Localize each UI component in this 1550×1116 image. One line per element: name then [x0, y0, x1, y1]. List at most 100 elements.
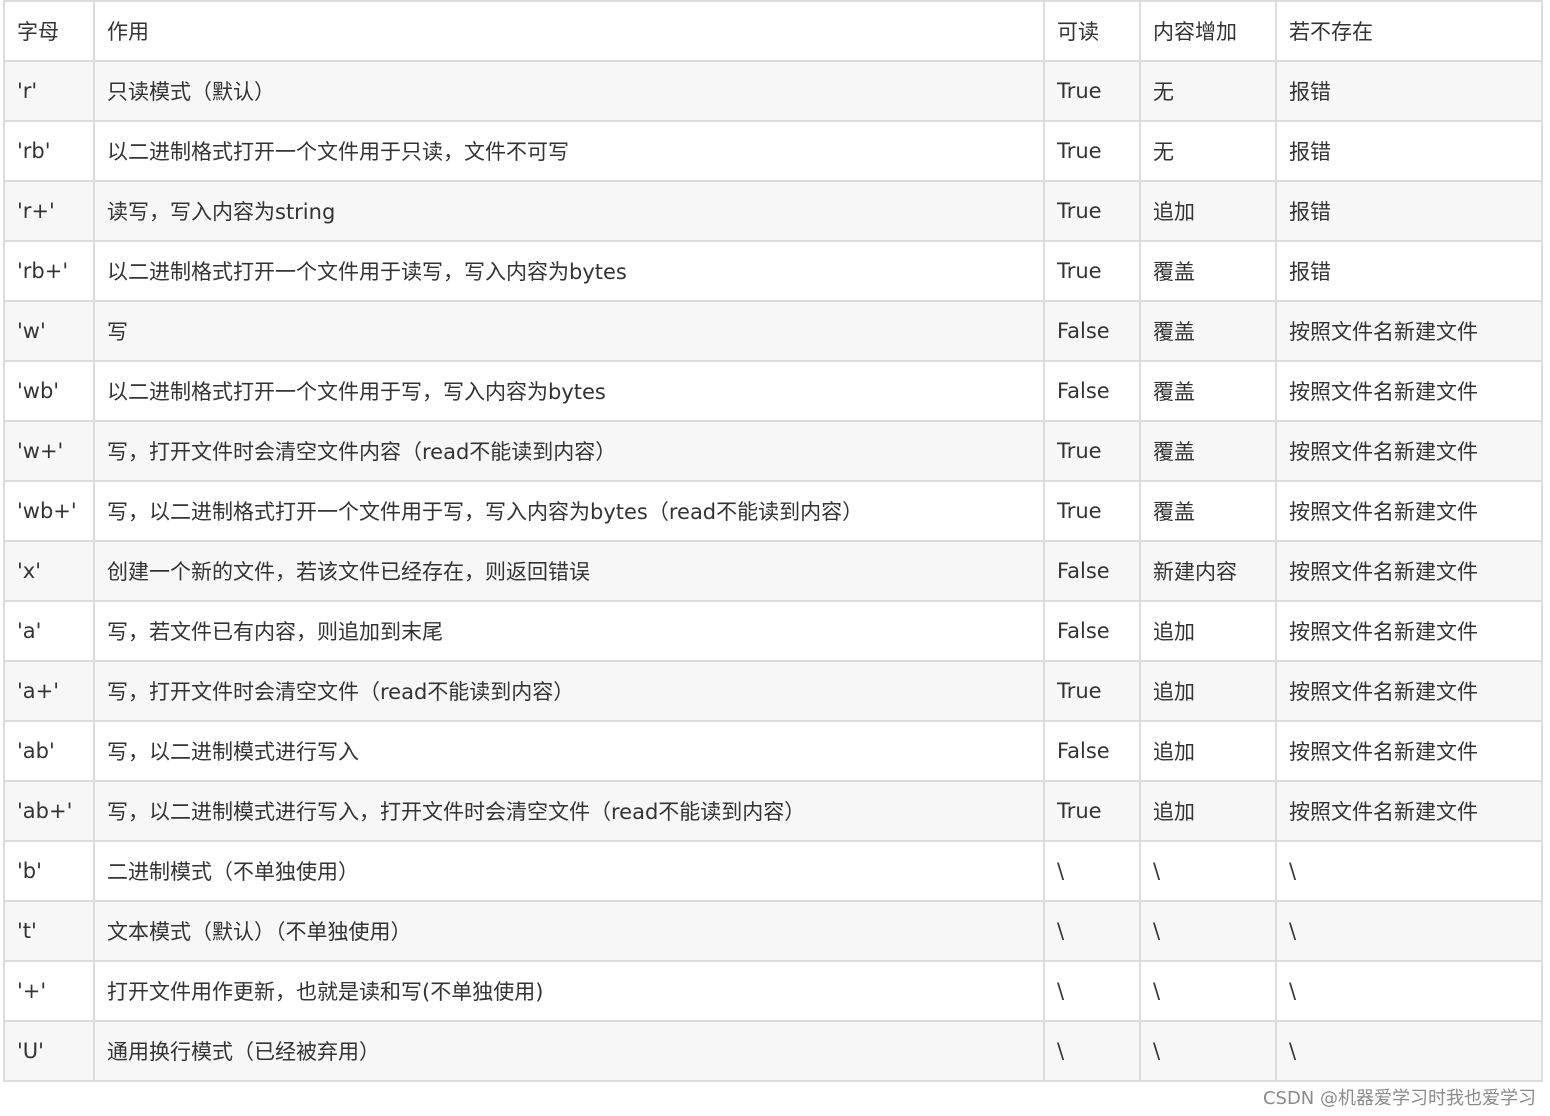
cell-letter: 'U' [3, 1020, 95, 1082]
cell-letter: 'wb+' [3, 480, 95, 542]
cell-letter: 'a' [3, 600, 95, 662]
cell-content-added: 追加 [1139, 180, 1277, 242]
cell-readable: False [1043, 360, 1141, 422]
cell-content-added: 追加 [1139, 600, 1277, 662]
cell-readable: True [1043, 180, 1141, 242]
table-row: 'r+' 读写，写入内容为string True 追加 报错 [3, 180, 1543, 242]
cell-purpose: 二进制模式（不单独使用） [93, 840, 1045, 902]
cell-letter: 'r' [3, 60, 95, 122]
table-row: 'U' 通用换行模式（已经被弃用） \ \ \ [3, 1020, 1543, 1082]
cell-purpose: 写，打开文件时会清空文件（read不能读到内容） [93, 660, 1045, 722]
cell-purpose: 以二进制格式打开一个文件用于写，写入内容为bytes [93, 360, 1045, 422]
cell-letter: 'x' [3, 540, 95, 602]
table-row: 'rb+' 以二进制格式打开一个文件用于读写，写入内容为bytes True 覆… [3, 240, 1543, 302]
cell-content-added: 无 [1139, 60, 1277, 122]
cell-letter: 'rb' [3, 120, 95, 182]
cell-readable: True [1043, 480, 1141, 542]
cell-letter: 'r+' [3, 180, 95, 242]
cell-purpose: 读写，写入内容为string [93, 180, 1045, 242]
cell-if-not-exists: 按照文件名新建文件 [1275, 480, 1543, 542]
header-content-added: 内容增加 [1139, 0, 1277, 62]
cell-letter: 'w' [3, 300, 95, 362]
header-readable: 可读 [1043, 0, 1141, 62]
cell-if-not-exists: 报错 [1275, 240, 1543, 302]
cell-letter: 't' [3, 900, 95, 962]
cell-letter: 'wb' [3, 360, 95, 422]
cell-readable: True [1043, 120, 1141, 182]
cell-content-added: 覆盖 [1139, 420, 1277, 482]
file-mode-table: 字母 作用 可读 内容增加 若不存在 'r' 只读模式（默认） True 无 报… [3, 0, 1543, 1082]
cell-if-not-exists: \ [1275, 1020, 1543, 1082]
cell-content-added: 覆盖 [1139, 300, 1277, 362]
cell-if-not-exists: 报错 [1275, 60, 1543, 122]
cell-letter: 'w+' [3, 420, 95, 482]
cell-readable: True [1043, 60, 1141, 122]
cell-content-added: \ [1139, 840, 1277, 902]
cell-content-added: 覆盖 [1139, 240, 1277, 302]
cell-content-added: 追加 [1139, 780, 1277, 842]
cell-purpose: 写，以二进制格式打开一个文件用于写，写入内容为bytes（read不能读到内容） [93, 480, 1045, 542]
cell-if-not-exists: 按照文件名新建文件 [1275, 420, 1543, 482]
cell-readable: True [1043, 780, 1141, 842]
cell-content-added: 覆盖 [1139, 360, 1277, 422]
header-if-not-exists: 若不存在 [1275, 0, 1543, 62]
cell-purpose: 创建一个新的文件，若该文件已经存在，则返回错误 [93, 540, 1045, 602]
cell-purpose: 以二进制格式打开一个文件用于只读，文件不可写 [93, 120, 1045, 182]
table-row: 'wb+' 写，以二进制格式打开一个文件用于写，写入内容为bytes（read不… [3, 480, 1543, 542]
header-letter: 字母 [3, 0, 95, 62]
header-purpose: 作用 [93, 0, 1045, 62]
table-row: '+' 打开文件用作更新，也就是读和写(不单独使用) \ \ \ [3, 960, 1543, 1022]
cell-if-not-exists: 按照文件名新建文件 [1275, 540, 1543, 602]
cell-if-not-exists: 按照文件名新建文件 [1275, 600, 1543, 662]
table-row: 'w' 写 False 覆盖 按照文件名新建文件 [3, 300, 1543, 362]
table-row: 'w+' 写，打开文件时会清空文件内容（read不能读到内容） True 覆盖 … [3, 420, 1543, 482]
cell-if-not-exists: 报错 [1275, 180, 1543, 242]
cell-letter: 'a+' [3, 660, 95, 722]
cell-content-added: \ [1139, 1020, 1277, 1082]
cell-readable: \ [1043, 900, 1141, 962]
table-row: 'ab+' 写，以二进制模式进行写入，打开文件时会清空文件（read不能读到内容… [3, 780, 1543, 842]
cell-purpose: 写，以二进制模式进行写入 [93, 720, 1045, 782]
cell-if-not-exists: 报错 [1275, 120, 1543, 182]
cell-letter: 'b' [3, 840, 95, 902]
table-row: 'ab' 写，以二进制模式进行写入 False 追加 按照文件名新建文件 [3, 720, 1543, 782]
table-row: 'a+' 写，打开文件时会清空文件（read不能读到内容） True 追加 按照… [3, 660, 1543, 722]
csdn-watermark: CSDN @机器爱学习时我也爱学习 [1262, 1088, 1536, 1109]
cell-content-added: \ [1139, 900, 1277, 962]
table-row: 'wb' 以二进制格式打开一个文件用于写，写入内容为bytes False 覆盖… [3, 360, 1543, 422]
cell-purpose: 文本模式（默认）（不单独使用） [93, 900, 1045, 962]
table-header-row: 字母 作用 可读 内容增加 若不存在 [3, 0, 1543, 62]
cell-purpose: 写，若文件已有内容，则追加到末尾 [93, 600, 1045, 662]
cell-purpose: 写，打开文件时会清空文件内容（read不能读到内容） [93, 420, 1045, 482]
cell-if-not-exists: 按照文件名新建文件 [1275, 720, 1543, 782]
cell-content-added: 无 [1139, 120, 1277, 182]
cell-content-added: 追加 [1139, 660, 1277, 722]
table-row: 'a' 写，若文件已有内容，则追加到末尾 False 追加 按照文件名新建文件 [3, 600, 1543, 662]
cell-if-not-exists: 按照文件名新建文件 [1275, 780, 1543, 842]
cell-content-added: 覆盖 [1139, 480, 1277, 542]
cell-if-not-exists: \ [1275, 840, 1543, 902]
cell-purpose: 写，以二进制模式进行写入，打开文件时会清空文件（read不能读到内容） [93, 780, 1045, 842]
cell-readable: True [1043, 660, 1141, 722]
cell-if-not-exists: \ [1275, 960, 1543, 1022]
cell-purpose: 通用换行模式（已经被弃用） [93, 1020, 1045, 1082]
table-row: 'b' 二进制模式（不单独使用） \ \ \ [3, 840, 1543, 902]
cell-purpose: 只读模式（默认） [93, 60, 1045, 122]
cell-readable: \ [1043, 960, 1141, 1022]
cell-letter: '+' [3, 960, 95, 1022]
cell-letter: 'ab' [3, 720, 95, 782]
cell-readable: False [1043, 600, 1141, 662]
cell-readable: False [1043, 540, 1141, 602]
cell-content-added: 新建内容 [1139, 540, 1277, 602]
cell-readable: True [1043, 240, 1141, 302]
cell-purpose: 以二进制格式打开一个文件用于读写，写入内容为bytes [93, 240, 1045, 302]
table-row: 'r' 只读模式（默认） True 无 报错 [3, 60, 1543, 122]
table-row: 't' 文本模式（默认）（不单独使用） \ \ \ [3, 900, 1543, 962]
cell-readable: False [1043, 720, 1141, 782]
cell-if-not-exists: 按照文件名新建文件 [1275, 660, 1543, 722]
table-row: 'x' 创建一个新的文件，若该文件已经存在，则返回错误 False 新建内容 按… [3, 540, 1543, 602]
cell-if-not-exists: \ [1275, 900, 1543, 962]
table-row: 'rb' 以二进制格式打开一个文件用于只读，文件不可写 True 无 报错 [3, 120, 1543, 182]
cell-purpose: 写 [93, 300, 1045, 362]
cell-readable: \ [1043, 1020, 1141, 1082]
